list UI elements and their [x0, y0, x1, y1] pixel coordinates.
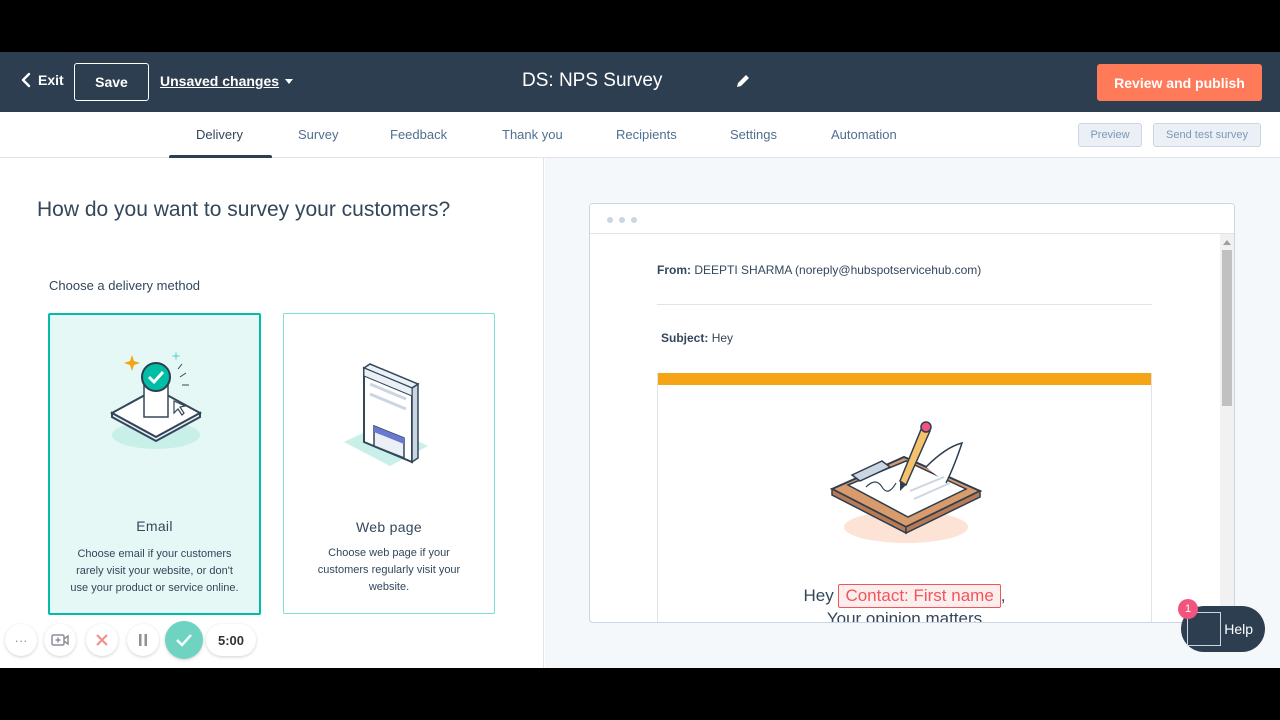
preview-scrollbar[interactable] — [1220, 234, 1234, 622]
scroll-thumb[interactable] — [1222, 250, 1232, 406]
greeting-comma: , — [1000, 586, 1006, 605]
preview-button[interactable]: Preview — [1078, 123, 1142, 147]
window-dot-icon — [607, 217, 613, 223]
camera-toggle-button[interactable] — [44, 624, 76, 656]
app-frame: Exit Save Unsaved changes DS: NPS Survey… — [0, 52, 1280, 668]
cancel-recording-button[interactable] — [86, 624, 118, 656]
exit-label: Exit — [38, 72, 64, 88]
subject-label: Subject: — [661, 331, 709, 345]
greeting-text: Hey — [803, 586, 834, 605]
survey-title[interactable]: DS: NPS Survey — [522, 70, 662, 92]
help-widget-button[interactable]: Help 1 — [1178, 599, 1265, 652]
tab-feedback[interactable]: Feedback — [390, 127, 447, 142]
browser-top-bar — [590, 204, 1234, 234]
unsaved-changes-label: Unsaved changes — [160, 73, 280, 89]
help-label: Help — [1224, 621, 1253, 637]
email-subject-line: Subject: Hey — [661, 331, 733, 345]
more-options-button[interactable]: ··· — [5, 624, 37, 656]
email-subline: Your opinion matters — [826, 609, 983, 623]
email-illustration-icon — [109, 351, 203, 449]
web-page-card-title: Web page — [356, 519, 422, 535]
chevron-left-icon — [21, 72, 31, 88]
close-icon — [96, 634, 108, 646]
delivery-method-label: Choose a delivery method — [49, 278, 201, 293]
tab-automation[interactable]: Automation — [831, 127, 897, 142]
pause-recording-button[interactable] — [127, 624, 159, 656]
email-card-description: Choose email if your customers rarely vi… — [70, 548, 239, 594]
browser-mock: From: DEEPTI SHARMA (noreply@hubspotserv… — [589, 203, 1235, 623]
exit-button[interactable]: Exit — [20, 72, 64, 88]
caret-down-icon — [285, 78, 294, 84]
window-dot-icon — [631, 217, 637, 223]
web-page-card-description: Choose web page if your customers regula… — [317, 547, 461, 593]
divider — [657, 304, 1152, 305]
email-delivery-card[interactable]: Email Choose email if your customers rar… — [48, 313, 261, 615]
more-icon: ··· — [14, 632, 28, 648]
email-body: Hey Contact: First name, Your opinion ma… — [657, 373, 1152, 623]
subject-value: Hey — [711, 331, 734, 345]
email-from-line: From: DEEPTI SHARMA (noreply@hubspotserv… — [657, 263, 981, 277]
tab-bar: Delivery Survey Feedback Thank you Recip… — [0, 112, 1280, 159]
page-heading: How do you want to survey your customers… — [37, 198, 451, 221]
save-button[interactable]: Save — [74, 63, 149, 101]
from-label: From: — [657, 263, 691, 277]
clipboard-pencil-illustration-icon — [829, 421, 983, 543]
recording-controls: ··· 5:00 — [0, 620, 270, 660]
from-value: DEEPTI SHARMA (noreply@hubspotservicehub… — [694, 263, 982, 277]
email-card-title: Email — [136, 518, 173, 534]
review-and-publish-button[interactable]: Review and publish — [1097, 64, 1262, 101]
check-icon — [176, 634, 192, 647]
finish-recording-button[interactable] — [165, 621, 203, 659]
send-test-survey-button[interactable]: Send test survey — [1153, 123, 1261, 147]
camera-icon — [51, 634, 69, 646]
notification-badge: 1 — [1178, 599, 1198, 619]
personalization-token[interactable]: Contact: First name — [838, 584, 1001, 608]
pause-icon — [139, 634, 147, 646]
pencil-icon[interactable] — [735, 73, 751, 89]
delivery-panel: How do you want to survey your customers… — [0, 158, 544, 668]
tab-recipients[interactable]: Recipients — [616, 127, 677, 142]
scroll-up-icon[interactable] — [1223, 240, 1231, 245]
tab-survey[interactable]: Survey — [298, 127, 338, 142]
email-header-bar — [658, 373, 1151, 385]
top-header: Exit Save Unsaved changes DS: NPS Survey… — [0, 52, 1280, 112]
tab-settings[interactable]: Settings — [730, 127, 777, 142]
tab-thank-you[interactable]: Thank you — [502, 127, 563, 142]
recording-timer: 5:00 — [206, 624, 256, 656]
unsaved-changes-dropdown[interactable]: Unsaved changes — [160, 73, 294, 89]
email-preview-panel: From: DEEPTI SHARMA (noreply@hubspotserv… — [545, 158, 1280, 668]
email-greeting: Hey Contact: First name, — [658, 584, 1151, 608]
web-page-delivery-card[interactable]: Web page Choose web page if your custome… — [283, 313, 495, 614]
window-dot-icon — [619, 217, 625, 223]
web-page-illustration-icon — [344, 363, 428, 466]
tab-delivery[interactable]: Delivery — [196, 127, 243, 142]
